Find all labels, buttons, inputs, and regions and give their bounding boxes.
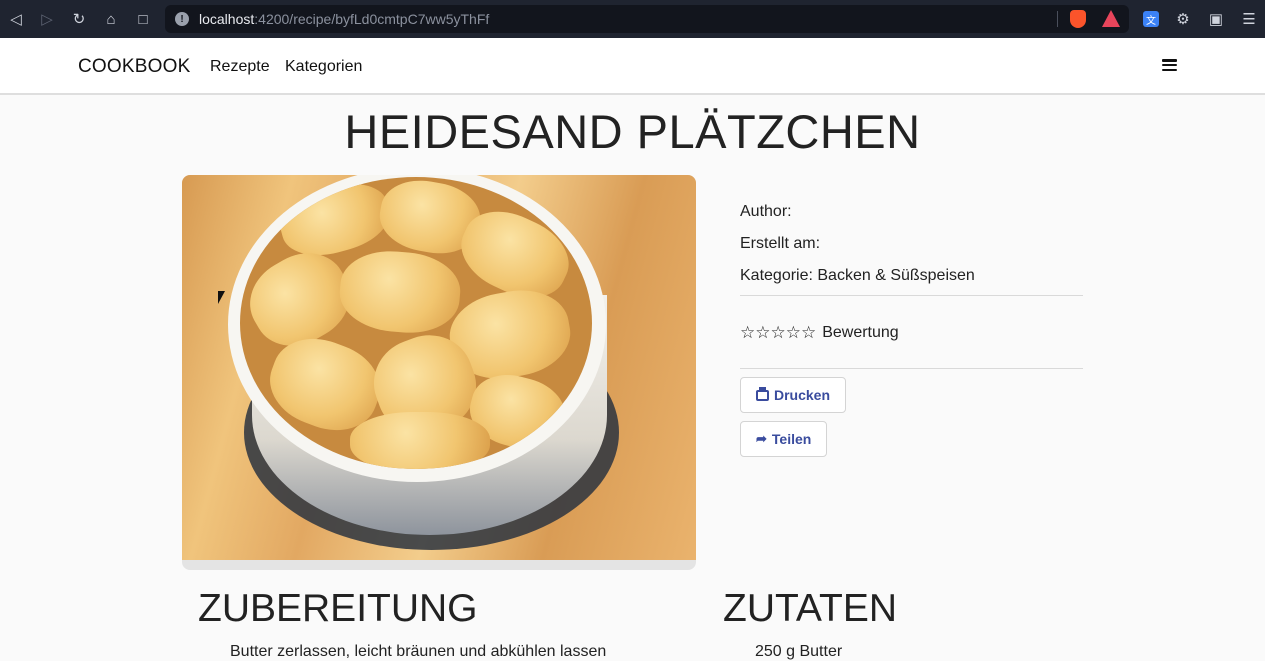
address-bar[interactable]: ! localhost:4200/recipe/byfLd0cmtpC7ww5y… [165,5,1129,33]
reload-icon[interactable]: ↻ [63,0,95,38]
url-path: :4200/recipe/byfLd0cmtpC7ww5yThFf [254,11,490,27]
bookmark-icon[interactable]: □ [127,0,159,38]
bowl-cookies [240,177,592,469]
menu-icon[interactable]: ☰ [1233,0,1265,38]
share-button-label: Teilen [771,431,812,447]
author-label: Author: [740,203,792,220]
rating: ☆☆☆☆☆ Bewertung [740,323,899,343]
recipe-photo [182,175,696,560]
back-icon[interactable]: ◁ [0,0,32,38]
extensions-puzzle-icon[interactable]: ⚙ [1167,0,1199,38]
url-host: localhost [199,11,255,27]
recipe-title: HEIDESAND PLÄTZCHEN [344,105,921,158]
print-button-label: Drucken [774,387,831,403]
rating-stars-icon[interactable]: ☆☆☆☆☆ [740,323,816,343]
ingredient-item: 250 g Butter [755,643,843,660]
category-label: Kategorie: Backen & Süßspeisen [740,267,975,284]
divider [740,295,1083,296]
divider [740,368,1083,369]
preparation-heading: ZUBEREITUNG [198,587,478,630]
wallet-icon[interactable]: ▣ [1200,0,1232,38]
brave-shields-icon[interactable] [1070,10,1086,28]
share-button[interactable]: ➦ Teilen [740,421,828,457]
hamburger-menu-icon[interactable] [1162,59,1177,71]
url-divider [1057,11,1058,27]
brand-logo[interactable]: COOKBOOK [78,56,190,78]
forward-icon[interactable]: ▷ [31,0,63,38]
nav-link-rezepte[interactable]: Rezepte [210,58,270,76]
translate-extension-icon[interactable]: 文 [1135,0,1167,38]
rating-label: Bewertung [822,324,899,341]
share-arrow-icon: ➦ [756,431,767,446]
preparation-step: Butter zerlassen, leicht bräunen und abk… [230,643,607,660]
browser-toolbar: ◁ ▷ ↻ ⌂ □ ! localhost:4200/recipe/byfLd0… [0,0,1265,38]
printer-icon [756,386,769,401]
site-info-icon[interactable]: ! [175,12,189,26]
print-button[interactable]: Drucken [740,377,847,413]
recipe-image [182,175,696,570]
ingredients-heading: ZUTATEN [723,587,898,630]
mouse-cursor-icon [218,291,225,304]
home-icon[interactable]: ⌂ [95,0,127,38]
brave-rewards-icon[interactable] [1102,10,1120,27]
app-navbar: COOKBOOK Rezepte Kategorien [0,38,1265,95]
created-label: Erstellt am: [740,235,821,252]
nav-link-kategorien[interactable]: Kategorien [285,58,362,76]
